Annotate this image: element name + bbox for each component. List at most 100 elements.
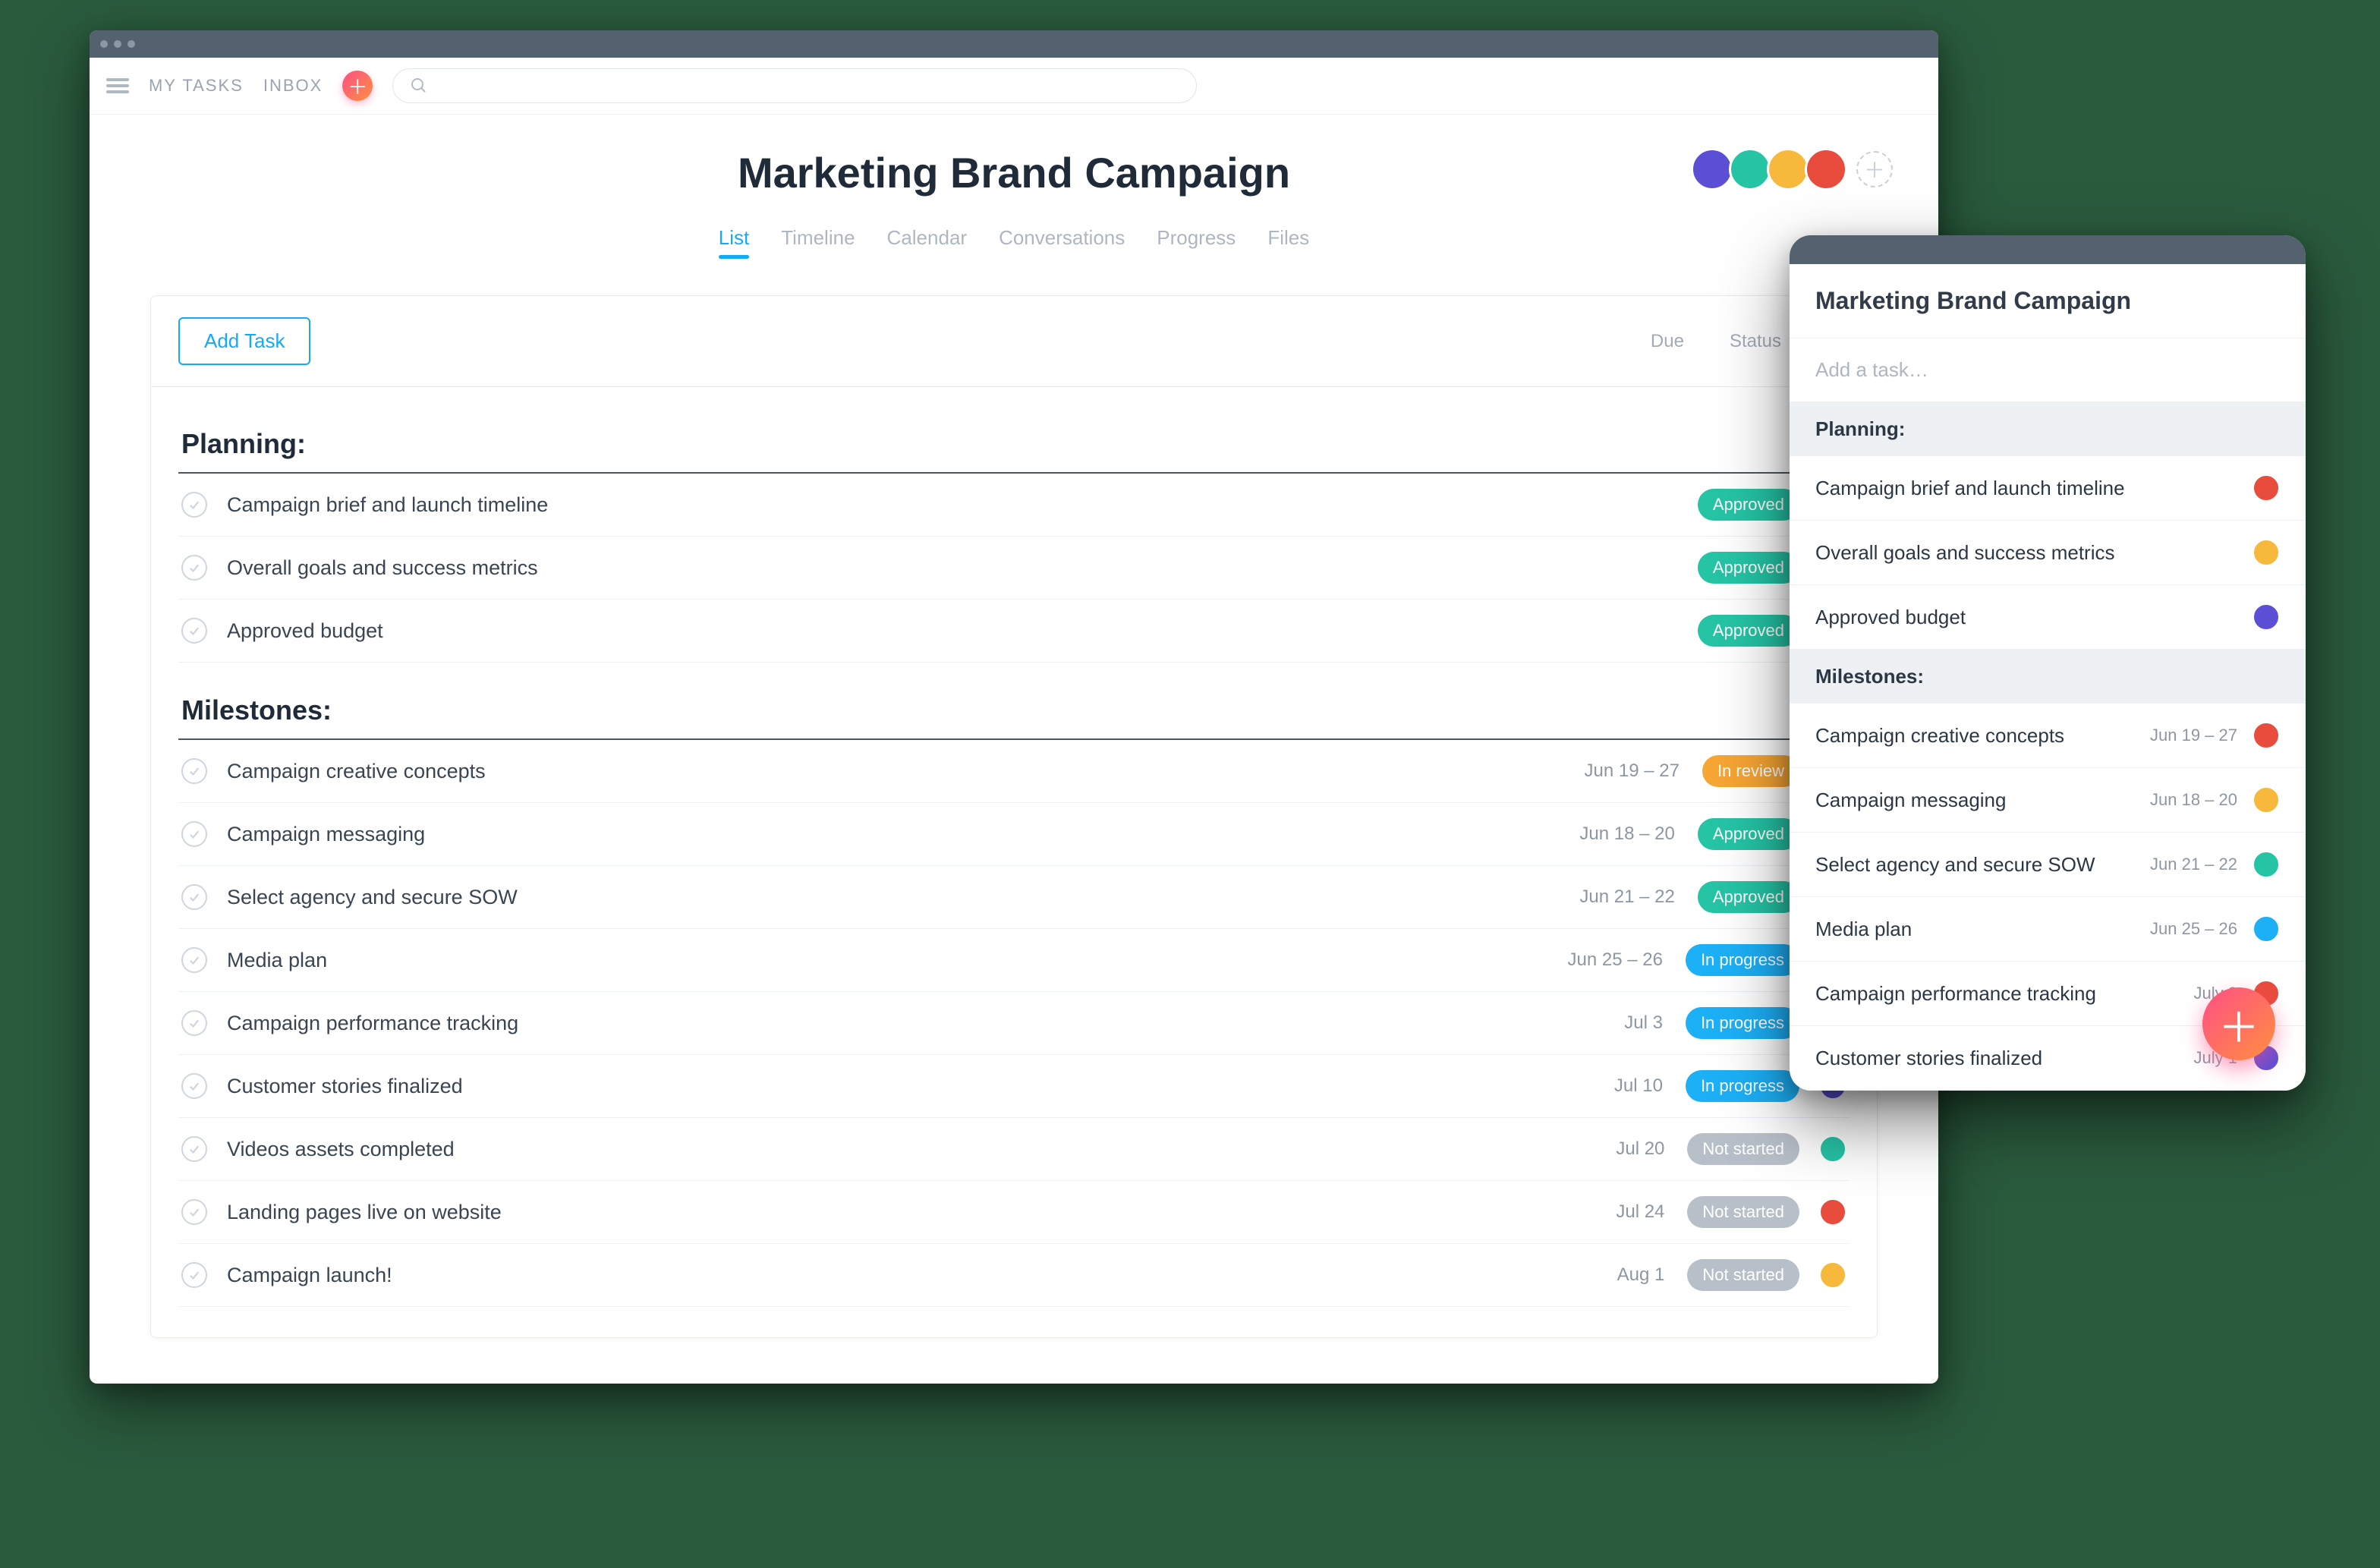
tab-timeline[interactable]: Timeline — [781, 226, 855, 257]
task-row[interactable]: Overall goals and success metrics Approve… — [178, 537, 1850, 600]
section-title[interactable]: Milestones: — [178, 663, 1850, 740]
task-due: Jun 21 – 22 — [1561, 886, 1675, 908]
task-name: Approved budget — [227, 619, 1561, 643]
status-badge[interactable]: In progress — [1686, 944, 1799, 976]
add-member-button[interactable]: ＋ — [1856, 151, 1893, 187]
task-row[interactable]: Campaign brief and launch timelineApprov… — [178, 474, 1850, 537]
member-avatar[interactable] — [1805, 148, 1847, 190]
task-row[interactable]: Select agency and secure SOWJun 21 – 22A… — [178, 866, 1850, 929]
complete-checkbox[interactable] — [181, 758, 207, 784]
mobile-task-row[interactable]: Campaign creative conceptsJun 19 – 27 — [1790, 704, 2306, 768]
complete-checkbox[interactable] — [181, 1010, 207, 1036]
mobile-assignee-avatar[interactable] — [2252, 722, 2280, 749]
status-badge[interactable]: Not started — [1687, 1133, 1799, 1165]
member-avatar[interactable] — [1729, 148, 1771, 190]
complete-checkbox[interactable] — [181, 1262, 207, 1288]
task-due: Aug 1 — [1550, 1264, 1664, 1286]
mobile-task-name: Media plan — [1815, 918, 2150, 941]
section-title[interactable]: Planning: — [178, 396, 1850, 474]
mobile-assignee-avatar[interactable] — [2252, 851, 2280, 878]
mobile-task-row[interactable]: Approved budget — [1790, 585, 2306, 650]
complete-checkbox[interactable] — [181, 821, 207, 847]
complete-checkbox[interactable] — [181, 1199, 207, 1225]
task-name: Media plan — [227, 949, 1549, 972]
nav-my-tasks[interactable]: MY TASKS — [149, 76, 244, 96]
mobile-task-name: Overall goals and success metrics — [1815, 541, 2252, 565]
mobile-assignee-avatar[interactable] — [2252, 786, 2280, 814]
assignee-avatar[interactable] — [1819, 1261, 1846, 1289]
task-row[interactable]: Approved budget Approved — [178, 600, 1850, 663]
task-due: Jun 25 – 26 — [1549, 949, 1663, 971]
nav-inbox[interactable]: INBOX — [263, 76, 323, 96]
status-badge[interactable]: Not started — [1687, 1259, 1799, 1291]
column-status-label: Status — [1730, 331, 1781, 352]
member-avatar[interactable] — [1767, 148, 1809, 190]
assignee-avatar[interactable] — [1819, 1198, 1846, 1226]
search-input[interactable] — [392, 68, 1197, 103]
mobile-assignee-avatar[interactable] — [2252, 603, 2280, 631]
mobile-task-due: Jun 25 – 26 — [2150, 919, 2237, 939]
project-title: Marketing Brand Campaign — [120, 148, 1908, 197]
status-badge[interactable]: Approved — [1698, 489, 1799, 521]
task-row[interactable]: Videos assets completedJul 20Not started — [178, 1118, 1850, 1181]
complete-checkbox[interactable] — [181, 1136, 207, 1162]
mobile-task-due: Jun 18 – 20 — [2150, 790, 2237, 810]
task-name: Overall goals and success metrics — [227, 556, 1561, 580]
mobile-task-row[interactable]: Select agency and secure SOWJun 21 – 22 — [1790, 833, 2306, 897]
complete-checkbox[interactable] — [181, 555, 207, 581]
status-badge[interactable]: Not started — [1687, 1196, 1799, 1228]
task-name: Campaign creative concepts — [227, 760, 1566, 783]
tab-list[interactable]: List — [719, 226, 749, 257]
mobile-task-row[interactable]: Media planJun 25 – 26 — [1790, 897, 2306, 962]
task-row[interactable]: Campaign creative conceptsJun 19 – 27In … — [178, 740, 1850, 803]
complete-checkbox[interactable] — [181, 1073, 207, 1099]
menu-icon[interactable] — [106, 75, 129, 96]
task-row[interactable]: Campaign performance trackingJul 3In pro… — [178, 992, 1850, 1055]
mobile-assignee-avatar[interactable] — [2252, 915, 2280, 943]
view-tabs: List Timeline Calendar Conversations Progres… — [90, 205, 1938, 265]
mobile-task-name: Campaign performance tracking — [1815, 982, 2194, 1006]
status-badge[interactable]: In progress — [1686, 1070, 1799, 1102]
task-name: Campaign performance tracking — [227, 1012, 1549, 1035]
tab-conversations[interactable]: Conversations — [999, 226, 1125, 257]
tab-files[interactable]: Files — [1267, 226, 1309, 257]
task-due: Jul 10 — [1549, 1075, 1663, 1097]
task-name: Videos assets completed — [227, 1138, 1550, 1161]
mobile-section-title[interactable]: Planning: — [1790, 402, 2306, 456]
complete-checkbox[interactable] — [181, 947, 207, 973]
task-row[interactable]: Landing pages live on websiteJul 24Not s… — [178, 1181, 1850, 1244]
task-row[interactable]: Customer stories finalizedJul 10In progr… — [178, 1055, 1850, 1118]
mobile-fab-button[interactable]: ＋ — [2202, 987, 2275, 1060]
mobile-task-row[interactable]: Campaign brief and launch timeline — [1790, 456, 2306, 521]
complete-checkbox[interactable] — [181, 618, 207, 644]
complete-checkbox[interactable] — [181, 884, 207, 910]
tab-progress[interactable]: Progress — [1157, 226, 1236, 257]
member-avatar[interactable] — [1691, 148, 1733, 190]
tab-calendar[interactable]: Calendar — [887, 226, 968, 257]
status-badge[interactable]: In review — [1702, 755, 1799, 787]
assignee-avatar[interactable] — [1819, 1135, 1846, 1163]
status-badge[interactable]: Approved — [1698, 552, 1799, 584]
status-badge[interactable]: Approved — [1698, 881, 1799, 913]
mobile-assignee-avatar[interactable] — [2252, 474, 2280, 502]
status-badge[interactable]: Approved — [1698, 615, 1799, 647]
mobile-task-row[interactable]: Overall goals and success metrics — [1790, 521, 2306, 585]
status-badge[interactable]: In progress — [1686, 1007, 1799, 1039]
task-row[interactable]: Campaign launch!Aug 1Not started — [178, 1244, 1850, 1307]
task-panel: Add Task Due Status Planning:Campaign br… — [150, 295, 1878, 1338]
add-task-button[interactable]: Add Task — [178, 317, 310, 365]
complete-checkbox[interactable] — [181, 492, 207, 518]
mobile-project-title: Marketing Brand Campaign — [1790, 264, 2306, 338]
mobile-assignee-avatar[interactable] — [2252, 539, 2280, 566]
mobile-section-title[interactable]: Milestones: — [1790, 650, 2306, 704]
task-row[interactable]: Campaign messagingJun 18 – 20Approved — [178, 803, 1850, 866]
task-due: Jul 24 — [1550, 1201, 1664, 1223]
quick-add-button[interactable]: ＋ — [342, 71, 373, 101]
task-row[interactable]: Media planJun 25 – 26 In progress — [178, 929, 1850, 992]
project-members: ＋ — [1695, 148, 1893, 190]
status-badge[interactable]: Approved — [1698, 818, 1799, 850]
project-header: Marketing Brand Campaign ＋ — [90, 115, 1938, 205]
mobile-task-row[interactable]: Campaign messagingJun 18 – 20 — [1790, 768, 2306, 833]
window-chrome — [90, 30, 1938, 58]
mobile-add-task[interactable]: Add a task… — [1790, 338, 2306, 402]
